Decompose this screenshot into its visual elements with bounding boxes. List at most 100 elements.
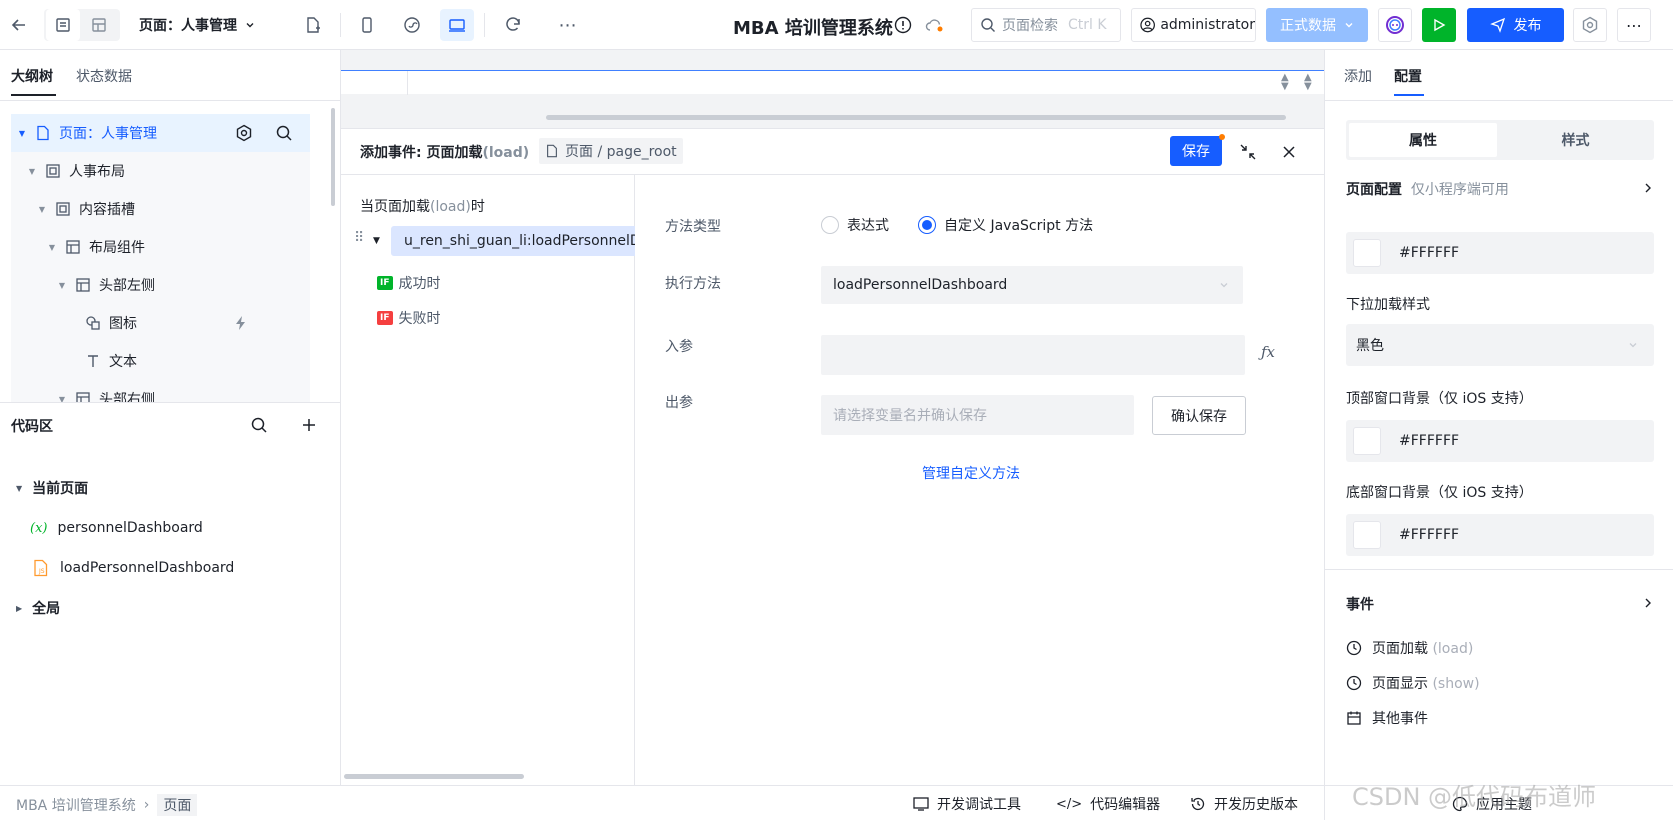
mobile-preview-icon[interactable] <box>350 9 384 41</box>
bottom-bg-color-field[interactable]: #FFFFFF <box>1346 514 1654 556</box>
tree-clip: ▼ 头部右侧 <box>11 380 310 402</box>
layout-icon <box>76 278 90 292</box>
lightning-icon[interactable] <box>233 315 249 331</box>
flow-scrollbar[interactable] <box>344 774 524 779</box>
page-selector[interactable]: 页面：人事管理 <box>139 15 255 35</box>
color-swatch[interactable] <box>1353 427 1381 455</box>
tree-node-slot[interactable]: ▼ 内容插槽 <box>11 190 310 228</box>
info-icon[interactable] <box>886 9 920 41</box>
code-group-current[interactable]: ▼ 当前页面 <box>0 469 340 507</box>
cloud-sync-icon[interactable] <box>918 9 952 41</box>
tree-node-page[interactable]: ▼ 页面：人事管理 <box>11 114 310 152</box>
sort-icon[interactable]: ▲ ▼ <box>1281 73 1289 92</box>
caret-down-icon[interactable]: ▼ <box>37 204 47 214</box>
user-menu[interactable]: administrator <box>1131 8 1256 42</box>
drag-handle-icon[interactable]: ⠿ <box>354 230 364 246</box>
caret-down-icon[interactable]: ▼ <box>16 484 22 493</box>
dev-tools-button[interactable]: 开发调试工具 <box>913 794 1021 814</box>
refresh-icon[interactable] <box>496 9 530 41</box>
radio-expression[interactable]: 表达式 <box>821 215 889 235</box>
tree-node-header-left[interactable]: ▼ 头部左侧 <box>11 266 310 304</box>
caret-down-icon[interactable]: ▼ <box>47 242 57 252</box>
tree-node-layout[interactable]: ▼ 人事布局 <box>11 152 310 190</box>
action-node[interactable]: u_ren_shi_guan_li:loadPersonnelDa <box>391 226 635 256</box>
event-item-show[interactable]: 页面显示 (show) <box>1346 673 1480 693</box>
chevron-right-icon: › <box>143 797 150 813</box>
radio-custom-js[interactable]: 自定义 JavaScript 方法 <box>918 215 1093 235</box>
radio-label: 表达式 <box>847 218 889 234</box>
code-editor-button[interactable]: </> 代码编辑器 <box>1056 794 1160 814</box>
save-label: 保存 <box>1182 144 1210 160</box>
history-button[interactable]: 开发历史版本 <box>1190 794 1298 814</box>
pull-style-select[interactable]: 黑色 <box>1346 324 1654 366</box>
tab-state-data[interactable]: 状态数据 <box>76 66 132 86</box>
publish-button[interactable]: 发布 <box>1467 8 1564 42</box>
js-file-icon: JS <box>34 559 48 577</box>
segment-properties[interactable]: 属性 <box>1349 123 1497 157</box>
search-icon[interactable] <box>275 124 293 142</box>
caret-down-icon[interactable]: ▼ <box>57 394 67 403</box>
unsaved-dot <box>1219 134 1225 140</box>
layout-view-icon[interactable] <box>82 9 116 41</box>
event-item-load[interactable]: 页面加载 (load) <box>1346 638 1473 658</box>
ai-assistant-button[interactable] <box>1378 8 1412 42</box>
breadcrumb-app[interactable]: MBA 培训管理系统 <box>16 795 136 815</box>
color-swatch[interactable] <box>1353 239 1381 267</box>
data-env-select[interactable]: 正式数据 <box>1266 8 1368 42</box>
on-fail-branch[interactable]: IF 失败时 <box>377 308 441 328</box>
on-success-branch[interactable]: IF 成功时 <box>377 273 441 293</box>
tab-outline-tree[interactable]: 大纲树 <box>11 66 53 86</box>
desktop-preview-icon[interactable] <box>440 9 474 41</box>
more-icon[interactable]: ⋯ <box>551 9 585 41</box>
confirm-save-button[interactable]: 确认保存 <box>1152 396 1246 435</box>
chevron-right-icon[interactable] <box>1643 182 1653 194</box>
code-item-variable[interactable]: (x) personnelDashboard <box>0 509 340 547</box>
exec-method-select[interactable]: loadPersonnelDashboard <box>821 266 1243 304</box>
gear-icon[interactable] <box>235 124 253 142</box>
caret-down-icon[interactable]: ▼ <box>17 128 27 138</box>
segment-styles[interactable]: 样式 <box>1500 123 1651 157</box>
collapse-icon[interactable] <box>1239 143 1257 161</box>
search-icon[interactable] <box>250 416 268 434</box>
function-fx-icon[interactable]: ƒx <box>1261 343 1275 361</box>
chevron-right-icon[interactable] <box>1643 597 1653 609</box>
plus-icon[interactable] <box>300 416 318 434</box>
code-item-function[interactable]: JS loadPersonnelDashboard <box>0 549 340 587</box>
event-item-other[interactable]: 其他事件 <box>1346 708 1428 728</box>
input-params-field[interactable] <box>821 335 1245 375</box>
top-bg-color-field[interactable]: #FFFFFF <box>1346 420 1654 462</box>
canvas-scrollbar[interactable] <box>546 115 1286 120</box>
settings-button[interactable] <box>1573 8 1607 42</box>
page-config-header[interactable]: 页面配置 仅小程序端可用 <box>1346 179 1509 199</box>
tree-node-icon[interactable]: 图标 <box>11 304 310 342</box>
bg-color-field[interactable]: #FFFFFF <box>1346 232 1654 274</box>
tree-node-layout-component[interactable]: ▼ 布局组件 <box>11 228 310 266</box>
tab-config[interactable]: 配置 <box>1394 66 1422 86</box>
page-search-input[interactable]: 页面检索 Ctrl K <box>971 8 1121 42</box>
close-icon[interactable] <box>1281 144 1297 160</box>
breadcrumb-page[interactable]: 页面 <box>157 794 198 816</box>
caret-right-icon[interactable]: ▶ <box>16 604 22 613</box>
back-arrow-icon[interactable] <box>2 9 36 41</box>
tree-node-header-right[interactable]: ▼ 头部右侧 <box>11 380 310 402</box>
radio-unchecked[interactable] <box>821 216 839 234</box>
manage-custom-methods-link[interactable]: 管理自定义方法 <box>922 463 1020 483</box>
output-variable-input[interactable]: 请选择变量名并确认保存 <box>821 395 1134 435</box>
tab-add[interactable]: 添加 <box>1344 66 1372 86</box>
sort-icon[interactable]: ▲ ▼ <box>1304 73 1312 92</box>
preview-run-button[interactable] <box>1422 8 1456 42</box>
radio-checked[interactable] <box>918 216 936 234</box>
new-page-icon[interactable] <box>296 9 330 41</box>
tree-node-text[interactable]: 文本 <box>11 342 310 380</box>
events-section-title[interactable]: 事件 <box>1346 594 1374 614</box>
page-view-icon[interactable] <box>46 9 80 41</box>
color-swatch[interactable] <box>1353 521 1381 549</box>
miniprogram-preview-icon[interactable] <box>395 9 429 41</box>
caret-down-icon[interactable]: ▼ <box>27 166 37 176</box>
caret-down-icon[interactable]: ▼ <box>57 280 67 290</box>
tree-scrollbar[interactable] <box>331 108 335 206</box>
save-button[interactable]: 保存 <box>1170 136 1222 166</box>
more-menu-button[interactable]: ⋯ <box>1617 8 1651 42</box>
code-group-global[interactable]: ▶ 全局 <box>0 589 340 627</box>
caret-down-icon[interactable]: ▼ <box>373 236 380 246</box>
